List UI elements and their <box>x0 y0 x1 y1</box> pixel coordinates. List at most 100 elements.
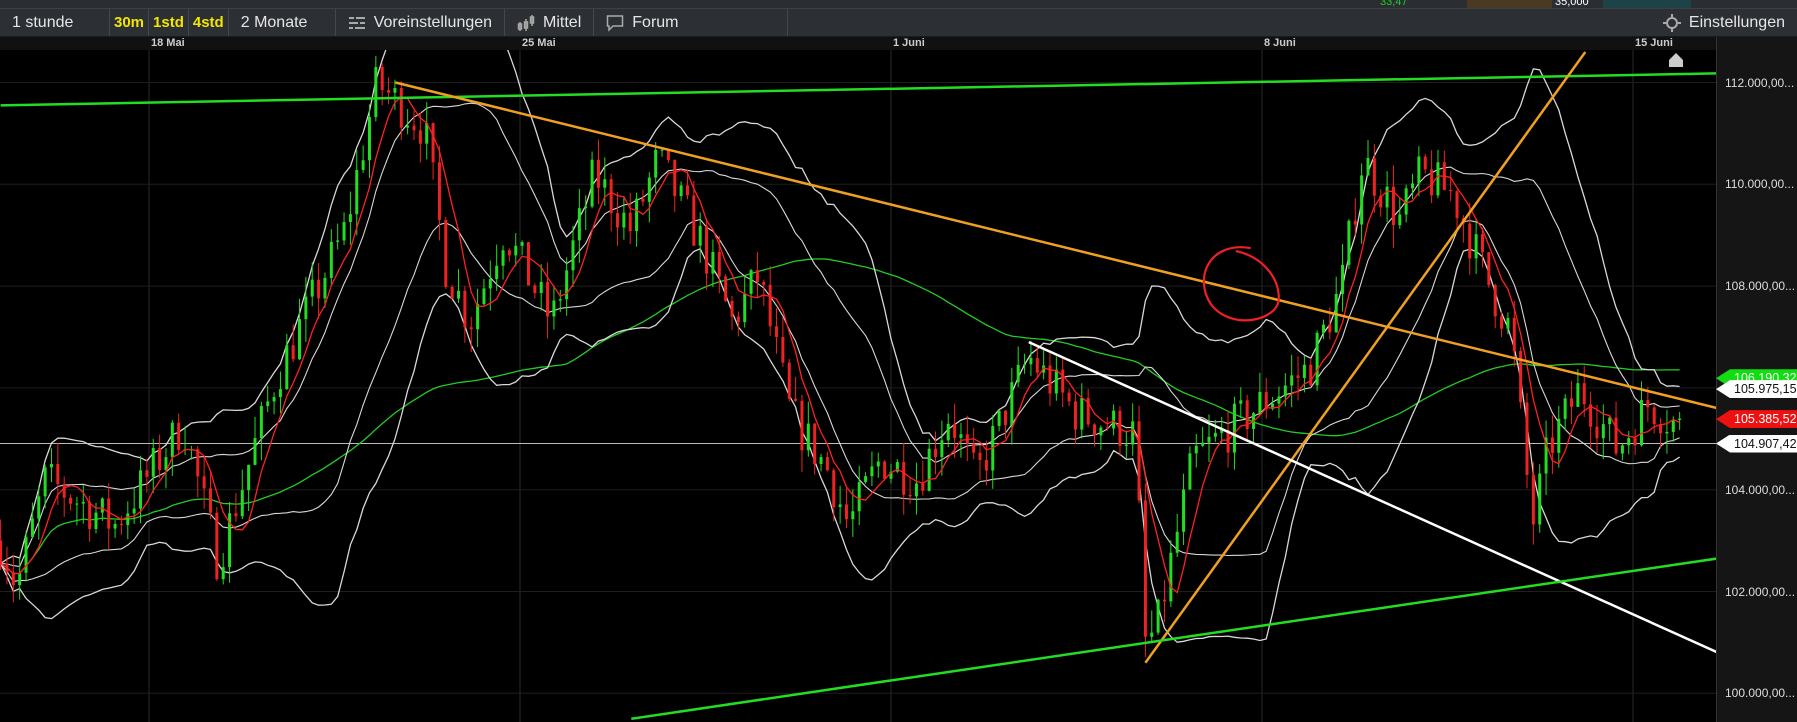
interval-select[interactable]: 1 stunde <box>0 9 110 36</box>
candle-body <box>953 423 957 438</box>
candle-body <box>361 160 365 170</box>
candle-body <box>151 448 155 477</box>
range-select[interactable]: 2 Monate <box>229 9 336 36</box>
candle-body <box>940 440 944 458</box>
candle-body <box>18 572 22 586</box>
settings-button[interactable]: Einstellungen <box>1651 9 1797 36</box>
candle-body <box>628 212 632 232</box>
candle-body <box>1029 358 1033 365</box>
candle-body <box>1188 453 1192 490</box>
candle-body <box>145 470 149 477</box>
candle-body <box>1264 392 1268 409</box>
candle-body <box>673 159 677 197</box>
candle-body <box>730 300 734 317</box>
candle-body <box>565 270 569 300</box>
candle-body <box>972 443 976 453</box>
candle-body <box>1512 317 1516 352</box>
candle-body <box>1601 424 1605 439</box>
candle-body <box>1455 191 1459 219</box>
candle-body <box>844 504 848 520</box>
candle-body <box>832 470 836 508</box>
quick-30m-button[interactable]: 30m <box>110 9 150 36</box>
candle-body <box>1595 426 1599 439</box>
candle-body <box>914 483 918 497</box>
candle-body <box>1468 223 1472 259</box>
indicator-button[interactable]: Mittel <box>505 9 595 36</box>
candle-body <box>685 185 689 196</box>
candle-body <box>1194 445 1198 454</box>
candle-body <box>876 461 880 467</box>
trendline <box>1028 340 1716 654</box>
candle-body <box>959 434 963 438</box>
candle-body <box>533 285 537 294</box>
candle-body <box>1576 383 1580 407</box>
candle-body <box>30 518 34 537</box>
candle-body <box>711 252 715 274</box>
candle-body <box>1633 438 1637 446</box>
bollinger-lower <box>0 247 1680 643</box>
candle-body <box>170 422 174 458</box>
candle-body <box>266 401 270 407</box>
candle-body <box>1385 186 1389 208</box>
candle-body <box>457 290 461 299</box>
candle-body <box>584 206 588 209</box>
price-label-hline: 104.907,428 <box>1716 434 1797 453</box>
candle-body <box>234 513 238 517</box>
candle-body <box>749 270 753 294</box>
candle-body <box>800 400 804 451</box>
candle-body <box>208 488 212 513</box>
candle-body <box>418 130 422 144</box>
candle-body <box>406 125 410 128</box>
quick-4std-button[interactable]: 4std <box>189 9 229 36</box>
candle-body <box>1570 398 1574 407</box>
candle-body <box>1671 419 1675 432</box>
candle-body <box>590 159 594 207</box>
candle-body <box>1093 424 1097 436</box>
candle-body <box>215 512 219 580</box>
candle-body <box>1080 398 1084 430</box>
candle-body <box>1417 156 1421 184</box>
axis-tick: 110.000,00... <box>1725 177 1795 192</box>
indicator-label: Mittel <box>543 13 582 31</box>
forum-button[interactable]: Forum <box>594 9 789 36</box>
candle-body <box>37 496 41 519</box>
candle-body <box>1099 427 1103 436</box>
candle-body <box>1201 442 1205 446</box>
candle-body <box>56 464 60 485</box>
candle-body <box>539 281 543 294</box>
candle-body <box>482 288 486 305</box>
candle-body <box>1531 474 1535 525</box>
quick-1std-button[interactable]: 1std <box>149 9 189 36</box>
candle-body <box>775 326 779 338</box>
candle-body <box>329 241 333 278</box>
candle-body <box>883 461 887 479</box>
candle-body <box>463 290 467 328</box>
top-strip: 33,47 35,000 <box>0 0 1797 8</box>
sliders-icon <box>348 15 365 30</box>
candle-body <box>1557 418 1561 453</box>
candle-body <box>177 422 181 450</box>
candle-body <box>787 362 791 399</box>
candle-body <box>126 513 130 526</box>
scroll-to-end-icon[interactable] <box>1667 52 1685 68</box>
candle-body <box>75 503 79 505</box>
axis-tick: 112.000,00... <box>1725 75 1795 90</box>
candle-body <box>546 281 550 317</box>
price-label-last: 105.385,528 <box>1716 410 1797 429</box>
candle-body <box>1067 392 1071 402</box>
candle-body <box>609 179 613 214</box>
forum-label: Forum <box>632 13 679 31</box>
candle-body <box>1347 220 1351 265</box>
candle-body <box>221 567 225 580</box>
candle-body <box>1525 402 1529 475</box>
price-chart[interactable] <box>0 50 1716 722</box>
candle-body <box>336 240 340 242</box>
presets-button[interactable]: Voreinstellungen <box>336 9 506 36</box>
candle-body <box>1652 407 1656 425</box>
candle-body <box>1321 324 1325 333</box>
candle-body <box>825 457 829 471</box>
candle-body <box>1366 158 1370 176</box>
candle-body <box>755 270 759 283</box>
candle-body <box>813 423 817 464</box>
candle-body <box>100 498 104 513</box>
